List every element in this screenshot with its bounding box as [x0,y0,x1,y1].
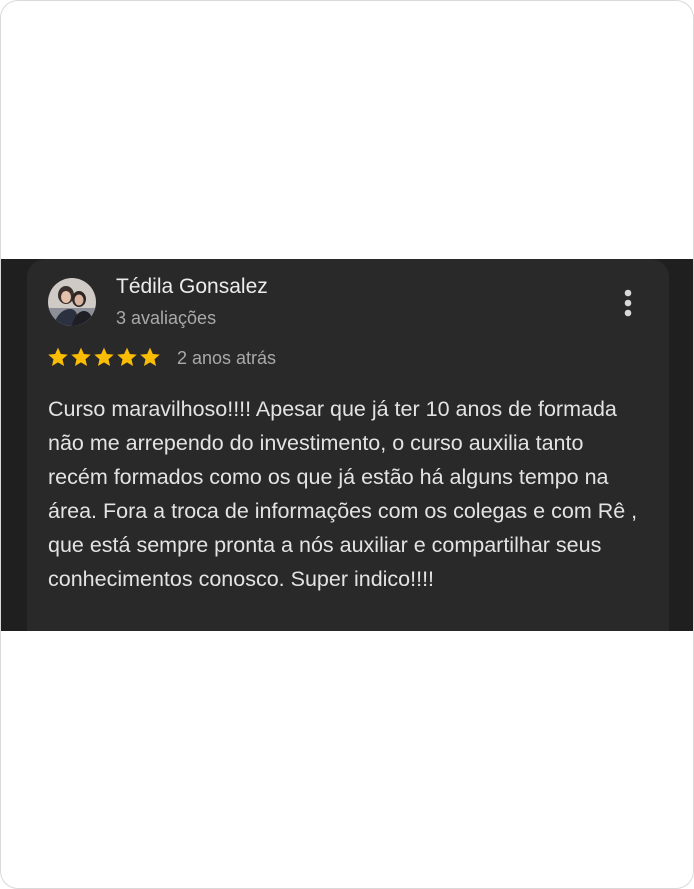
more-vert-icon [624,289,632,317]
star-icon [48,347,68,366]
author-name[interactable]: Tédila Gonsalez [116,275,268,299]
star-icon [140,347,160,366]
review-card: Tédila Gonsalez 3 avaliações 2 anos atrá… [27,259,669,631]
star-icon [117,347,137,366]
screenshot-frame: Tédila Gonsalez 3 avaliações 2 anos atrá… [0,0,694,889]
author-review-count[interactable]: 3 avaliações [116,308,216,329]
more-options-button[interactable] [611,283,645,323]
avatar[interactable] [48,278,96,326]
review-time: 2 anos atrás [177,348,277,368]
star-icon [71,347,91,366]
star-icon [94,347,114,366]
review-text: Curso maravilhoso!!!! Apesar que já ter … [48,397,638,591]
star-rating [47,346,161,368]
